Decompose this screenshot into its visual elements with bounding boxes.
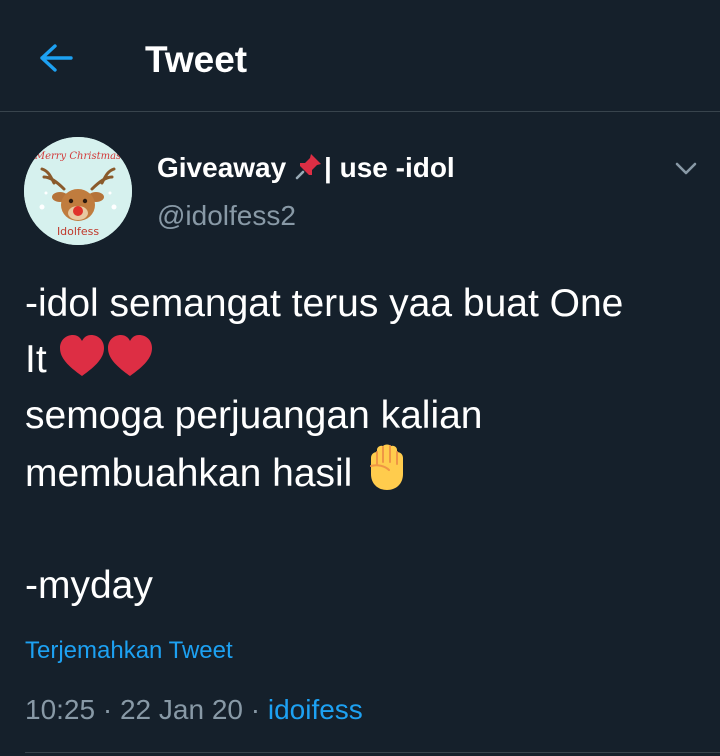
- top-bar: Tweet: [0, 0, 720, 112]
- display-name-prefix: Giveaway: [157, 152, 294, 183]
- translate-tweet-link[interactable]: Terjemahkan Tweet: [25, 636, 233, 666]
- tweet-meta: 10:25 · 22 Jan 20 · idoifess: [25, 692, 363, 728]
- avatar-text-top: Merry Christmas: [34, 151, 121, 162]
- tweet-line: semoga perjuangan kalian: [25, 394, 483, 437]
- more-options-button[interactable]: [668, 152, 704, 184]
- red-heart-icon: [59, 335, 104, 376]
- page-title: Tweet: [145, 39, 248, 80]
- tweet-time: 10:25: [25, 694, 96, 725]
- tweet-line: membuahkan hasil: [25, 444, 705, 502]
- display-name-suffix: | use -idol: [323, 152, 455, 183]
- tweet-text: -idol semangat terus yaa buat One It sem…: [25, 276, 705, 614]
- reindeer-avatar-image: Merry Christmas Idolfess: [24, 137, 132, 245]
- chevron-down-icon: [675, 162, 697, 175]
- tweet-line-text: It: [25, 338, 58, 381]
- display-name[interactable]: Giveaway | use -idol: [157, 150, 455, 186]
- meta-separator: ·: [242, 694, 268, 725]
- arrow-left-icon: [40, 44, 73, 72]
- username[interactable]: @idolfess2: [157, 198, 296, 234]
- avatar[interactable]: Merry Christmas Idolfess: [24, 137, 132, 245]
- meta-separator: ·: [95, 694, 120, 725]
- avatar-text-bottom: Idolfess: [57, 225, 99, 238]
- red-heart-icon: [107, 335, 152, 376]
- divider: [25, 752, 720, 753]
- tweet-date: 22 Jan 20: [119, 694, 243, 725]
- tweet-source-link[interactable]: idoifess: [268, 694, 363, 725]
- pushpin-icon: [295, 154, 321, 180]
- tweet-line: It: [25, 332, 705, 388]
- raised-fist-icon: [370, 444, 404, 490]
- tweet-line: -idol semangat terus yaa buat One: [25, 282, 624, 325]
- tweet-line: -myday: [25, 564, 153, 607]
- back-button[interactable]: [30, 34, 82, 82]
- tweet-line-text: membuahkan hasil: [25, 452, 364, 495]
